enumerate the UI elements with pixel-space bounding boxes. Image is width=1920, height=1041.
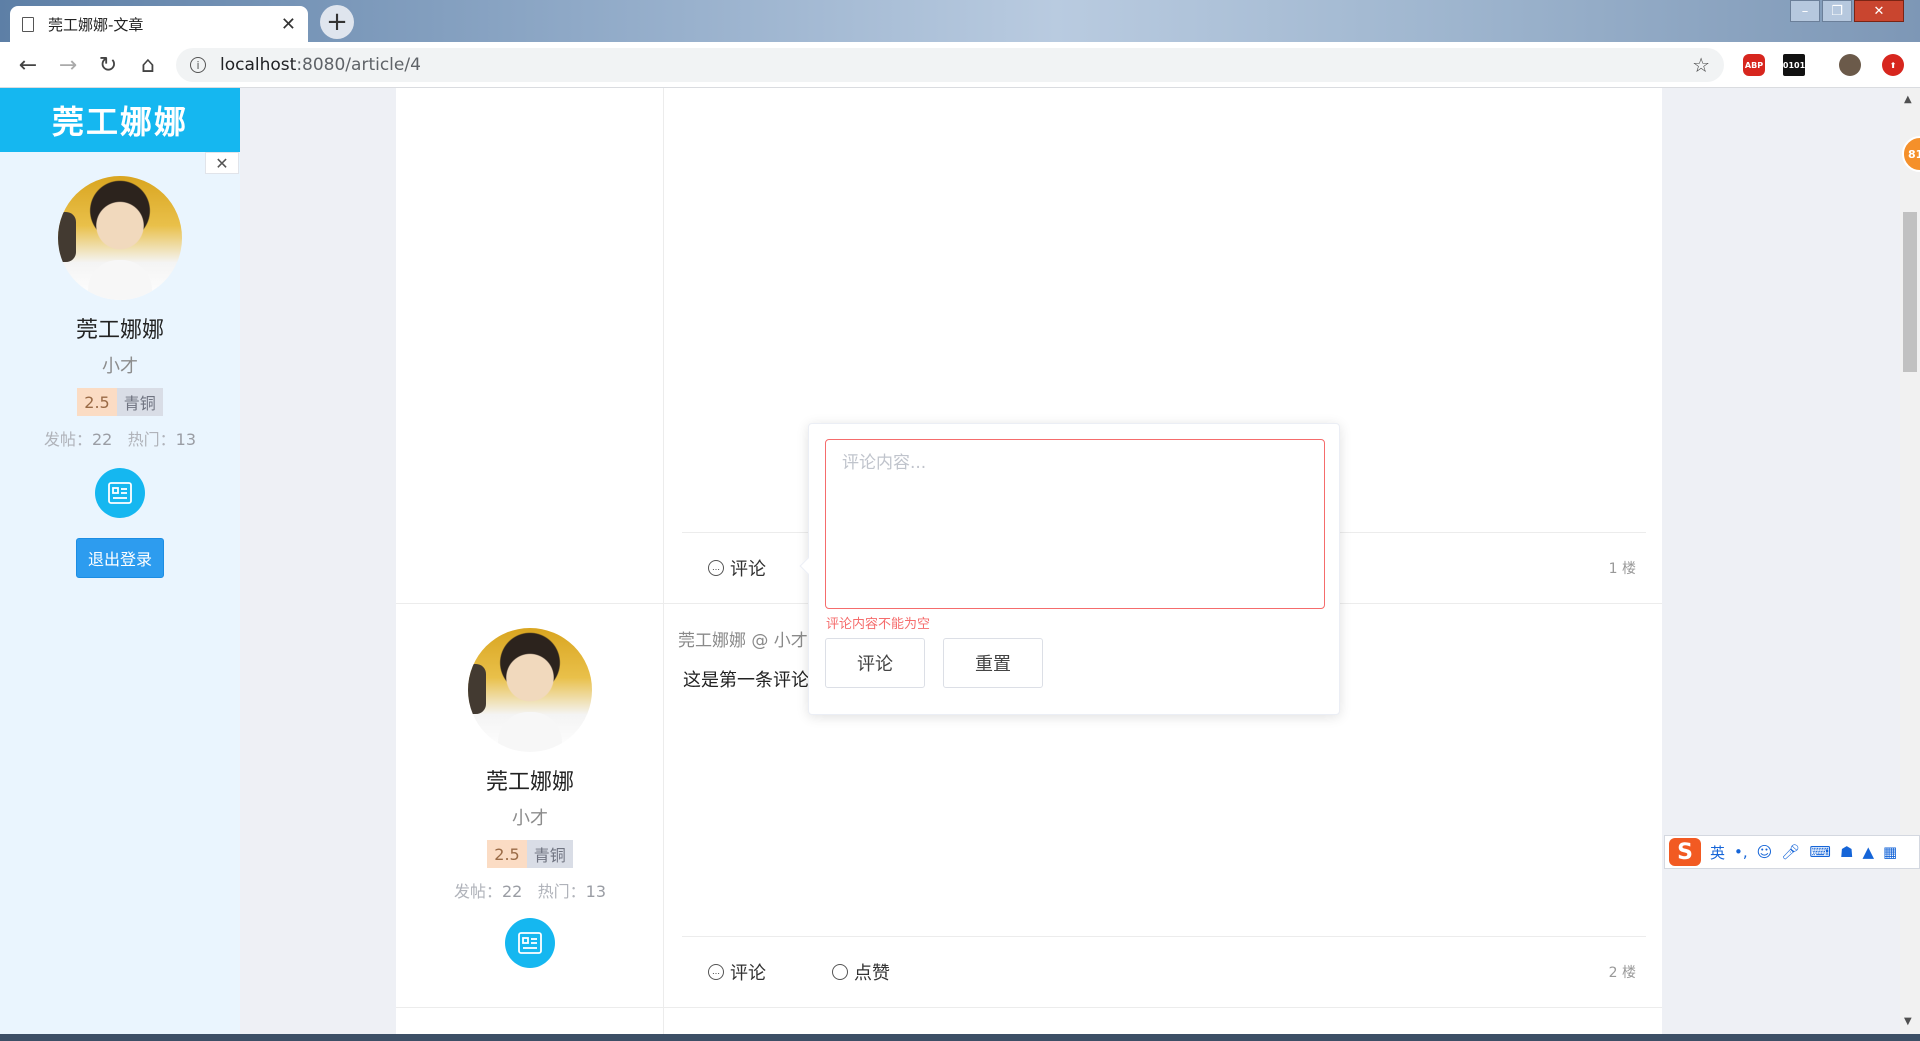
posts-label: 发帖： xyxy=(43,430,92,449)
scroll-thumb[interactable] xyxy=(1903,212,1917,372)
sidebar-close-icon[interactable]: ✕ xyxy=(205,152,239,174)
logout-button[interactable]: 退出登录 xyxy=(75,538,164,578)
ime-toolbar: S 英 •, ☺ 🎤︎ ⌨ ☗ ▲ ▦ xyxy=(1664,835,1920,869)
tab-close-icon[interactable]: ✕ xyxy=(281,14,296,35)
comment-action[interactable]: … 评论 xyxy=(708,959,766,985)
bookmark-star-icon[interactable]: ☆ xyxy=(1692,53,1710,77)
binary-extension-icon[interactable]: 0101 xyxy=(1783,54,1805,76)
hot-count: 13 xyxy=(585,882,606,901)
update-extension-icon[interactable]: ⬆ xyxy=(1882,54,1904,76)
forward-arrow-icon[interactable]: → xyxy=(54,51,82,79)
hot-count: 13 xyxy=(175,430,196,449)
home-icon[interactable]: ⌂ xyxy=(134,51,162,79)
floor-profile-card: 莞工娜娜 小才 2.5 青铜 发帖：22 热门：13 xyxy=(396,628,664,968)
comment-textarea[interactable] xyxy=(825,439,1325,609)
profile-title: 小才 xyxy=(102,356,138,377)
floor-actions: … 评论 点赞 2 楼 xyxy=(682,936,1646,1006)
browser-tab-strip: 莞工娜娜-文章 ✕ + – ❐ ✕ xyxy=(0,0,1920,42)
rank-label: 青铜 xyxy=(116,388,163,416)
microphone-icon[interactable]: 🎤︎ xyxy=(1781,843,1800,861)
window-maximize-button[interactable]: ❐ xyxy=(1822,0,1852,22)
comment-author-meta[interactable]: 莞工娜娜 @ 小才 xyxy=(678,626,808,651)
rank-label: 青铜 xyxy=(526,840,573,868)
new-tab-button[interactable]: + xyxy=(320,5,354,39)
profile-name: 莞工娜娜 xyxy=(485,770,574,795)
like-icon xyxy=(832,963,848,980)
back-arrow-icon[interactable]: ← xyxy=(14,51,42,79)
tab-title: 莞工娜娜-文章 xyxy=(48,15,144,34)
profile-name: 莞工娜娜 xyxy=(75,318,164,343)
toolbox-icon[interactable]: ▦ xyxy=(1883,843,1897,861)
comment-text: 这是第一条评论 xyxy=(683,670,809,691)
level-value: 2.5 xyxy=(77,388,117,416)
adblock-extension-icon[interactable]: ABP xyxy=(1743,54,1765,76)
level-badge: 2.5 青铜 xyxy=(487,840,573,868)
submit-comment-button[interactable]: 评论 xyxy=(825,638,925,688)
floor-number: 2 楼 xyxy=(1608,964,1636,981)
posts-count: 22 xyxy=(502,882,523,901)
profile-stats: 发帖：22 热门：13 xyxy=(44,426,196,450)
profile-card-icon[interactable] xyxy=(505,918,555,968)
comment-action[interactable]: … 评论 xyxy=(708,555,766,581)
user-icon[interactable]: ☗ xyxy=(1840,843,1853,861)
url-host: localhost xyxy=(220,55,297,75)
document-icon xyxy=(22,16,34,32)
reload-icon[interactable]: ↻ xyxy=(94,51,122,79)
sidebar: 莞工娜娜 ✕ 莞工娜娜 小才 2.5 青铜 发帖：22 热门：13 退出登录 xyxy=(0,88,240,1041)
os-taskbar xyxy=(0,1034,1920,1041)
comment-icon: … xyxy=(708,559,724,576)
window-close-button[interactable]: ✕ xyxy=(1854,0,1904,22)
floor-author-column xyxy=(396,88,664,603)
avatar[interactable] xyxy=(468,628,592,752)
browser-toolbar: ← → ↻ ⌂ i localhost:8080/article/4 ☆ ABP… xyxy=(0,42,1920,88)
posts-label: 发帖： xyxy=(453,882,502,901)
profile-avatar-icon[interactable] xyxy=(1839,54,1861,76)
hot-label: 热门： xyxy=(537,882,586,901)
ime-mode-label[interactable]: 英 xyxy=(1710,842,1725,863)
profile-card-icon[interactable] xyxy=(95,468,145,518)
reset-button[interactable]: 重置 xyxy=(943,638,1043,688)
sidebar-profile-card: 莞工娜娜 小才 2.5 青铜 发帖：22 热门：13 退出登录 xyxy=(0,176,240,578)
validation-error: 评论内容不能为空 xyxy=(826,617,931,632)
level-badge: 2.5 青铜 xyxy=(77,388,163,416)
hot-label: 热门： xyxy=(127,430,176,449)
level-value: 2.5 xyxy=(487,840,527,868)
brand-logo[interactable]: 莞工娜娜 xyxy=(0,88,240,152)
comment-action-label: 评论 xyxy=(730,558,766,580)
floor-author-column: 莞工娜娜 小才 2.5 青铜 发帖：22 热门：13 xyxy=(396,604,664,1007)
avatar[interactable] xyxy=(58,176,182,300)
skin-icon[interactable]: ▲ xyxy=(1862,843,1874,861)
keyboard-icon[interactable]: ⌨ xyxy=(1809,843,1831,861)
like-action[interactable]: 点赞 xyxy=(832,959,890,985)
profile-title: 小才 xyxy=(512,808,548,829)
address-bar[interactable]: i localhost:8080/article/4 ☆ xyxy=(176,48,1724,82)
posts-count: 22 xyxy=(92,430,113,449)
page-scrollbar[interactable]: ▲ ▼ xyxy=(1900,88,1920,1041)
emoji-icon[interactable]: ☺ xyxy=(1757,843,1773,861)
comment-icon: … xyxy=(708,963,724,980)
window-minimize-button[interactable]: – xyxy=(1790,0,1820,22)
like-action-label: 点赞 xyxy=(854,962,890,984)
scroll-up-arrow-icon[interactable]: ▲ xyxy=(1904,94,1912,105)
comment-action-label: 评论 xyxy=(730,962,766,984)
floor-number: 1 楼 xyxy=(1608,560,1636,577)
scroll-down-arrow-icon[interactable]: ▼ xyxy=(1904,1016,1912,1027)
site-info-icon[interactable]: i xyxy=(190,57,206,73)
punctuation-icon[interactable]: •, xyxy=(1734,843,1748,861)
comment-popover: 评论内容不能为空 评论 重置 xyxy=(799,423,1340,715)
profile-stats: 发帖：22 热门：13 xyxy=(454,878,606,902)
sogou-logo-icon[interactable]: S xyxy=(1669,838,1701,866)
browser-tab[interactable]: 莞工娜娜-文章 ✕ xyxy=(10,6,308,42)
url-path: :8080/article/4 xyxy=(296,55,421,75)
